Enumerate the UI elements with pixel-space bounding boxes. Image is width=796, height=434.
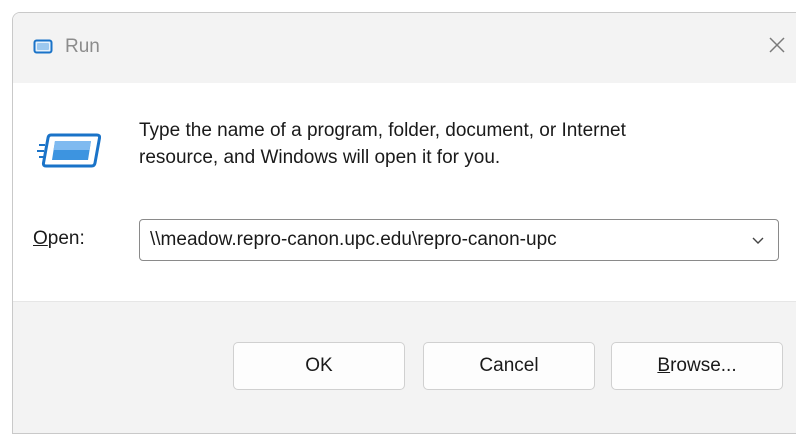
open-combobox[interactable] bbox=[139, 219, 779, 261]
open-input[interactable] bbox=[150, 220, 730, 260]
open-label: Open: bbox=[33, 225, 85, 253]
instructions-line-2: resource, and Windows will open it for y… bbox=[139, 147, 501, 168]
browse-mnemonic: B bbox=[657, 355, 671, 376]
run-dialog: Run Type the name of a program, folder, bbox=[12, 12, 796, 434]
browse-button[interactable]: Browse... bbox=[611, 342, 783, 390]
cancel-button[interactable]: Cancel bbox=[423, 342, 595, 390]
dialog-content: Type the name of a program, folder, docu… bbox=[13, 83, 796, 301]
open-label-mnemonic: O bbox=[33, 228, 48, 249]
open-label-text: pen: bbox=[47, 228, 85, 249]
run-dialog-icon bbox=[33, 37, 53, 57]
title-bar[interactable]: Run bbox=[13, 13, 796, 83]
ok-button[interactable]: OK bbox=[233, 342, 405, 390]
instructions-line-1: Type the name of a program, folder, docu… bbox=[139, 120, 626, 141]
instructions-text: Type the name of a program, folder, docu… bbox=[139, 117, 779, 171]
close-button[interactable] bbox=[759, 29, 795, 65]
run-program-icon bbox=[37, 129, 102, 173]
window-title: Run bbox=[65, 36, 100, 57]
button-bar: OK Cancel Browse... bbox=[13, 301, 796, 433]
browse-label: rowse... bbox=[670, 355, 737, 376]
chevron-down-icon[interactable] bbox=[746, 228, 770, 252]
close-icon bbox=[767, 35, 787, 60]
